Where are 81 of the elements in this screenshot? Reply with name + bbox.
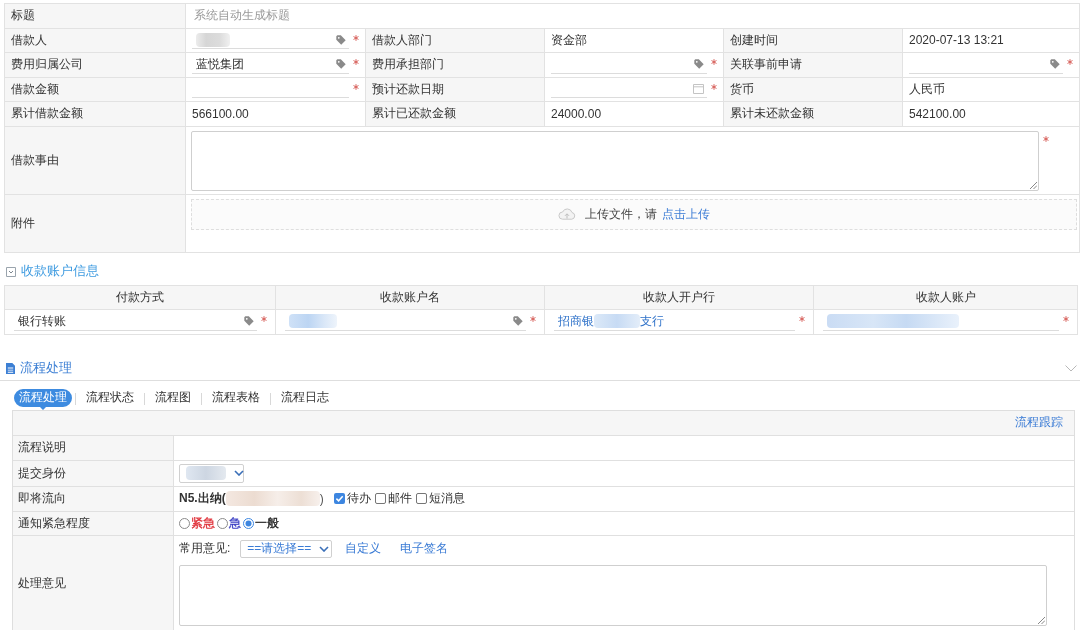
field-value: 人民币 (903, 77, 1080, 102)
column-header: 收款人账户 (814, 285, 1078, 310)
lookup-field[interactable] (192, 31, 349, 50)
chevron-down-icon[interactable] (1065, 364, 1077, 372)
radio-button[interactable] (243, 517, 254, 529)
tab[interactable]: 流程处理 (14, 388, 72, 410)
upload-area[interactable]: 上传文件，请 点击上传 (191, 198, 1077, 230)
textarea-field[interactable] (191, 130, 1039, 191)
resize-grip-icon[interactable] (1037, 615, 1045, 624)
upload-link[interactable]: 点击上传 (662, 205, 710, 223)
option-label: 紧急 (191, 514, 215, 532)
title-field: 系统自动生成标题 (186, 4, 1080, 29)
field-label: 借款人 (5, 28, 186, 53)
field-label: 累计借款金额 (5, 102, 186, 127)
field-label: 即将流向 (13, 486, 174, 511)
field-label: 货币 (724, 77, 903, 102)
option-label: 短消息 (428, 490, 465, 507)
field-label: 借款人部门 (366, 28, 545, 53)
section-title: 流程处理 (20, 359, 72, 377)
tab[interactable]: 流程状态 (79, 388, 141, 410)
section-title: 收款账户信息 (21, 263, 99, 280)
tab[interactable]: 流程图 (148, 388, 198, 410)
checkbox[interactable] (415, 493, 427, 504)
opinion-textarea[interactable] (179, 564, 1047, 626)
option-label: 邮件 (387, 490, 412, 507)
field-label: 借款金额 (5, 77, 186, 102)
field-label: 费用归属公司 (5, 53, 186, 78)
resize-grip-icon[interactable] (1029, 180, 1037, 189)
tab[interactable]: 流程日志 (274, 388, 336, 410)
upload-hint: 上传文件，请 (585, 205, 657, 223)
field-label: 流程说明 (13, 435, 174, 460)
lookup-field[interactable]: 蓝悦集团 (192, 55, 349, 74)
field-label: 提交身份 (13, 460, 174, 486)
input-field[interactable]: 招商银 支行 (554, 312, 795, 331)
option-label: 急 (229, 514, 241, 532)
route-text: N5.出纳( (179, 490, 226, 507)
opinion-link[interactable]: 电子签名 (400, 540, 449, 557)
option-label: 一般 (255, 514, 279, 532)
field-label: 关联事前申请 (724, 53, 903, 78)
identity-select[interactable] (179, 463, 244, 483)
field-label: 预计还款日期 (366, 77, 545, 102)
lookup-field[interactable]: 银行转账 (14, 312, 257, 331)
trace-link[interactable]: 流程跟踪 (1015, 414, 1063, 431)
input-field[interactable] (823, 312, 1059, 331)
tag-icon[interactable] (244, 316, 254, 326)
field-label: 累计未还款金额 (724, 102, 903, 127)
field-label: 通知紧急程度 (13, 511, 174, 535)
field-label: 处理意见 (13, 535, 174, 630)
checkbox[interactable] (333, 493, 345, 504)
opinion-link[interactable]: 自定义 (345, 540, 382, 557)
tag-icon[interactable] (1050, 59, 1060, 70)
option-label: 待办 (346, 490, 371, 507)
common-opinion-label: 常用意见: (179, 540, 231, 557)
tag-icon[interactable] (513, 316, 523, 326)
radio-button[interactable] (217, 517, 228, 529)
field-label: 借款事由 (5, 126, 186, 195)
tag-icon[interactable] (694, 59, 704, 70)
field-value: 2020-07-13 13:21 (903, 28, 1080, 53)
lookup-field[interactable] (285, 312, 526, 331)
field-label: 标题 (5, 4, 186, 29)
opinion-select[interactable]: ==请选择== (240, 539, 333, 558)
route-text: ) (319, 491, 324, 506)
chevron-down-icon (319, 545, 330, 552)
field-label: 创建时间 (724, 28, 903, 53)
column-header: 收款账户名 (276, 285, 545, 310)
column-header: 收款人开户行 (545, 285, 814, 310)
tab[interactable]: 流程表格 (205, 388, 267, 410)
chevron-down-icon (234, 470, 244, 476)
field-label: 费用承担部门 (366, 53, 545, 78)
checkbox[interactable] (374, 493, 386, 504)
field-value: 542100.00 (903, 102, 1080, 127)
tag-icon[interactable] (336, 59, 346, 70)
tag-icon[interactable] (336, 34, 346, 45)
calendar-icon[interactable] (693, 83, 704, 95)
upload-cloud-icon (558, 208, 576, 220)
radio-button[interactable] (179, 517, 190, 529)
field-label: 附件 (5, 194, 186, 253)
collapse-icon[interactable] (6, 266, 16, 277)
document-icon (6, 362, 15, 374)
field-label: 累计已还款金额 (366, 102, 545, 127)
column-header: 付款方式 (5, 285, 276, 310)
